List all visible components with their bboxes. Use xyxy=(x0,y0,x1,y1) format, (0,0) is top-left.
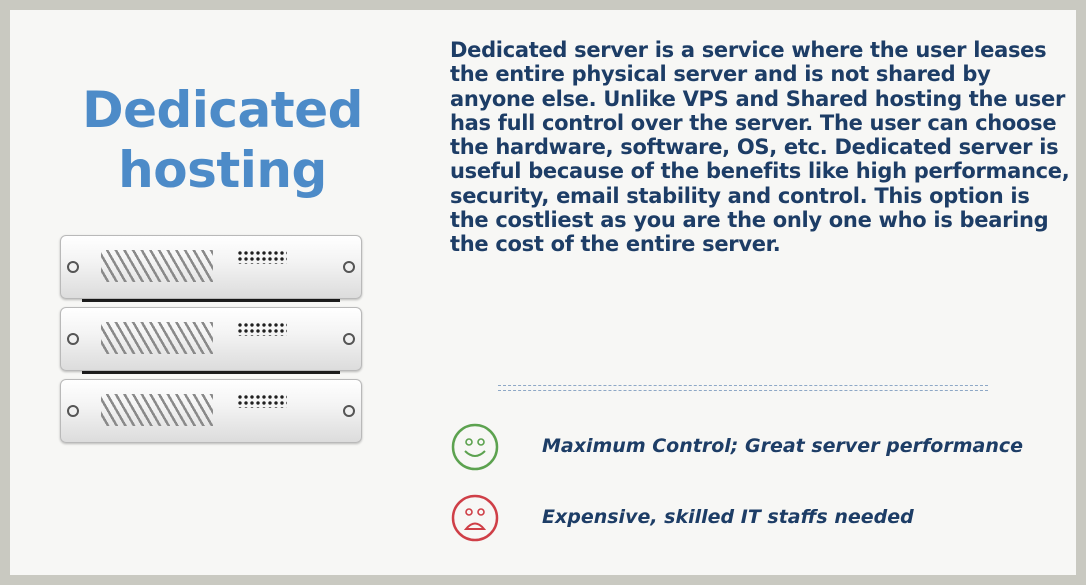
divider xyxy=(498,385,988,386)
pros-text: Maximum Control; Great server performanc… xyxy=(542,435,1024,457)
description-text: Dedicated server is a service where the … xyxy=(450,38,1070,257)
sad-face-icon xyxy=(451,494,499,542)
smiley-face-icon xyxy=(451,423,499,471)
screw-icon xyxy=(343,405,355,417)
port-dots-icon xyxy=(237,250,287,264)
screw-icon xyxy=(343,261,355,273)
vent-grill-icon xyxy=(101,394,213,426)
screw-icon xyxy=(67,261,79,273)
divider xyxy=(498,390,988,391)
screw-icon xyxy=(67,405,79,417)
page-title: Dedicated hosting xyxy=(50,80,395,200)
server-unit xyxy=(60,235,362,299)
vent-grill-icon xyxy=(101,250,213,282)
server-unit xyxy=(60,307,362,371)
port-dots-icon xyxy=(237,322,287,336)
screw-icon xyxy=(67,333,79,345)
server-unit xyxy=(60,379,362,443)
vent-grill-icon xyxy=(101,322,213,354)
port-dots-icon xyxy=(237,394,287,408)
title-line-2: hosting xyxy=(118,141,327,199)
title-line-1: Dedicated xyxy=(82,81,363,139)
infographic-card: Dedicated hosting Dedicated server is a … xyxy=(10,10,1076,575)
cons-text: Expensive, skilled IT staffs needed xyxy=(542,506,914,528)
screw-icon xyxy=(343,333,355,345)
